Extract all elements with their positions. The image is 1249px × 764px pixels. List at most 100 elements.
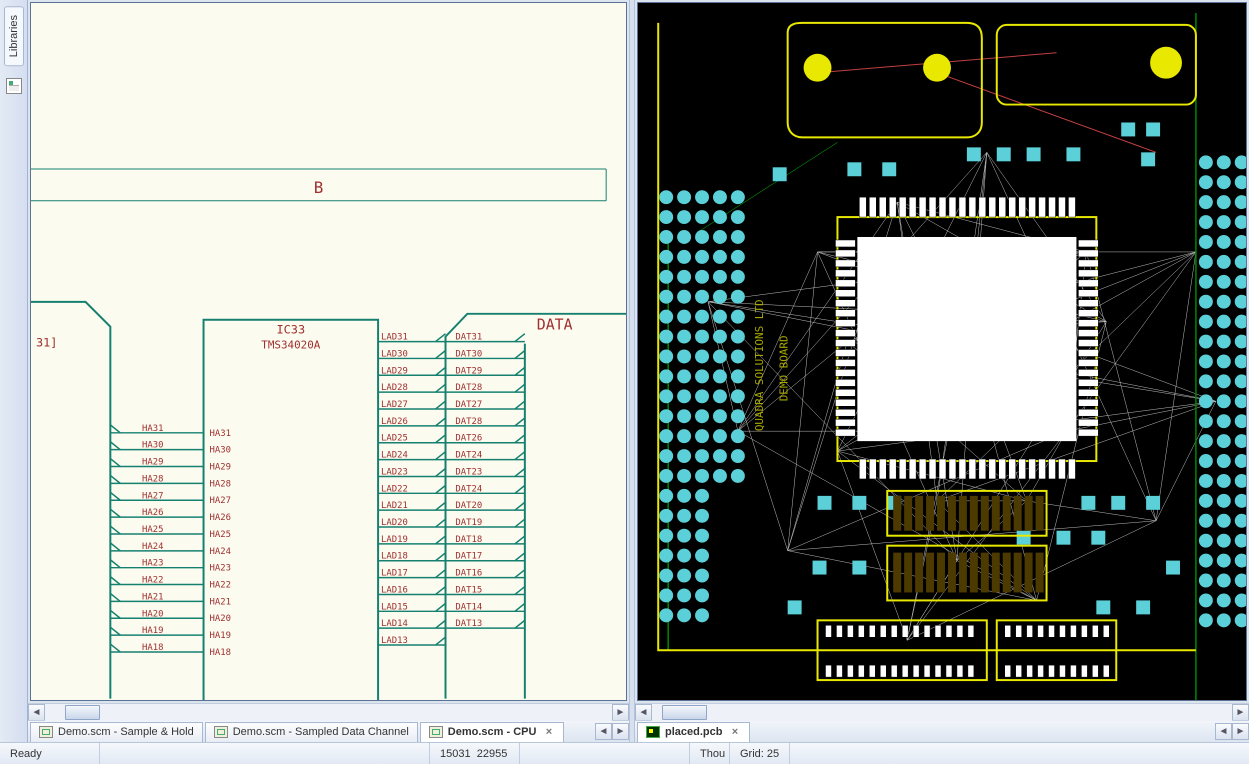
schematic-svg[interactable]: B 31] DATA IC33 TMS34020A HA31HA31HA30HA… [31,3,626,700]
svg-text:HA26: HA26 [142,508,163,518]
svg-text:HA20: HA20 [142,609,163,619]
scroll-left-icon[interactable]: ◄ [635,704,652,721]
split-panes: B 31] DATA IC33 TMS34020A HA31HA31HA30HA… [28,0,1249,742]
svg-text:LAD30: LAD30 [381,349,408,359]
close-icon[interactable]: × [728,726,741,739]
svg-text:HA21: HA21 [209,597,230,607]
schematic-hscroll[interactable]: ◄ ► [28,703,629,720]
silk-text-board: DEMO BOARD [778,335,791,401]
svg-text:LAD26: LAD26 [381,417,408,427]
silk-text-company: QUADRA SOLUTIONS LTD [753,299,766,431]
svg-text:HA31: HA31 [209,429,230,439]
svg-text:LAD23: LAD23 [381,467,408,477]
scroll-right-icon[interactable]: ► [1232,704,1249,721]
scm-file-icon [429,726,443,738]
svg-text:DAT13: DAT13 [455,619,482,629]
svg-text:HA31: HA31 [142,424,163,434]
svg-text:LAD17: LAD17 [381,569,408,579]
svg-text:HA20: HA20 [209,614,230,624]
doc-tab[interactable]: placed.pcb× [637,722,750,742]
pcb-file-icon [646,726,660,738]
svg-text:DAT15: DAT15 [455,585,482,595]
tab-label: Demo.scm - Sample & Hold [58,726,194,738]
status-blank1 [100,743,430,764]
close-icon[interactable]: × [542,726,555,739]
svg-text:LAD29: LAD29 [381,366,408,376]
sidebar: Libraries [0,0,28,742]
svg-text:DAT23: DAT23 [455,467,482,477]
svg-text:HA30: HA30 [209,446,230,456]
tabnav-right-icon[interactable]: ► [612,723,629,740]
svg-text:HA19: HA19 [209,631,230,641]
svg-text:HA27: HA27 [209,496,230,506]
scroll-right-icon[interactable]: ► [612,704,629,721]
tab-label: Demo.scm - Sampled Data Channel [233,726,409,738]
svg-text:HA19: HA19 [142,626,163,636]
svg-text:HA26: HA26 [209,513,230,523]
status-blank2 [520,743,690,764]
scroll-left-icon[interactable]: ◄ [28,704,45,721]
tabnav-left-icon[interactable]: ◄ [1215,723,1232,740]
pcb-hscroll[interactable]: ◄ ► [635,703,1249,720]
svg-text:LAD21: LAD21 [381,501,408,511]
main-area: Libraries B 31] DATA [0,0,1249,742]
svg-text:LAD28: LAD28 [381,383,408,393]
svg-text:HA25: HA25 [142,525,163,535]
svg-text:DAT14: DAT14 [455,602,482,612]
pcb-tabstrip: placed.pcb× ◄ ► [635,720,1249,742]
svg-text:DAT24: DAT24 [455,451,482,461]
svg-text:LAD24: LAD24 [381,451,408,461]
pcb-canvas[interactable]: QUADRA SOLUTIONS LTD DEMO BOARD [637,2,1247,701]
svg-text:HA22: HA22 [209,581,230,591]
schematic-pane: B 31] DATA IC33 TMS34020A HA31HA31HA30HA… [28,0,629,742]
doc-tab[interactable]: Demo.scm - CPU× [420,722,565,742]
tabnav-right-icon[interactable]: ► [1232,723,1249,740]
svg-text:HA27: HA27 [142,491,163,501]
svg-text:DAT18: DAT18 [455,535,482,545]
svg-text:LAD15: LAD15 [381,602,408,612]
svg-text:HA18: HA18 [142,643,163,653]
doc-tab[interactable]: Demo.scm - Sampled Data Channel [205,722,418,742]
schematic-tabstrip: Demo.scm - Sample & Hold Demo.scm - Sampl… [28,720,629,742]
scroll-thumb[interactable] [65,705,100,720]
library-icon[interactable] [6,78,22,94]
svg-text:DAT28: DAT28 [455,417,482,427]
svg-text:HA21: HA21 [142,592,163,602]
svg-text:DAT31: DAT31 [455,333,482,343]
scm-file-icon [214,726,228,738]
svg-text:DAT17: DAT17 [455,552,482,562]
tabnav-left-icon[interactable]: ◄ [595,723,612,740]
scroll-track[interactable] [652,704,1232,721]
scm-file-icon [39,726,53,738]
svg-text:HA23: HA23 [142,559,163,569]
bus-label-left: 31] [36,336,57,350]
scroll-track[interactable] [45,704,612,721]
doc-tab[interactable]: Demo.scm - Sample & Hold [30,722,203,742]
sidebar-tab-libraries[interactable]: Libraries [4,6,24,66]
svg-text:HA22: HA22 [142,576,163,586]
svg-text:HA29: HA29 [209,463,230,473]
status-grid: Grid: 25 [730,743,790,764]
svg-text:HA23: HA23 [209,564,230,574]
svg-text:HA18: HA18 [209,648,230,658]
svg-text:LAD22: LAD22 [381,484,408,494]
pcb-pane: QUADRA SOLUTIONS LTD DEMO BOARD [635,0,1249,742]
statusbar: Ready 15031 22955 Thou Grid: 25 [0,742,1249,764]
svg-text:DAT26: DAT26 [455,434,482,444]
svg-text:DAT24: DAT24 [455,484,482,494]
scroll-thumb[interactable] [662,705,707,720]
bus-label-data: DATA [537,316,573,334]
svg-text:HA24: HA24 [209,547,230,557]
svg-text:DAT30: DAT30 [455,349,482,359]
section-letter: B [314,178,324,197]
svg-text:HA30: HA30 [142,441,163,451]
schematic-canvas[interactable]: B 31] DATA IC33 TMS34020A HA31HA31HA30HA… [30,2,627,701]
svg-text:DAT19: DAT19 [455,518,482,528]
svg-text:LAD27: LAD27 [381,400,408,410]
svg-text:DAT29: DAT29 [455,366,482,376]
svg-text:LAD18: LAD18 [381,552,408,562]
svg-text:LAD31: LAD31 [381,333,408,343]
pcb-svg[interactable]: QUADRA SOLUTIONS LTD DEMO BOARD [638,3,1246,700]
svg-text:LAD19: LAD19 [381,535,408,545]
svg-text:HA25: HA25 [209,530,230,540]
